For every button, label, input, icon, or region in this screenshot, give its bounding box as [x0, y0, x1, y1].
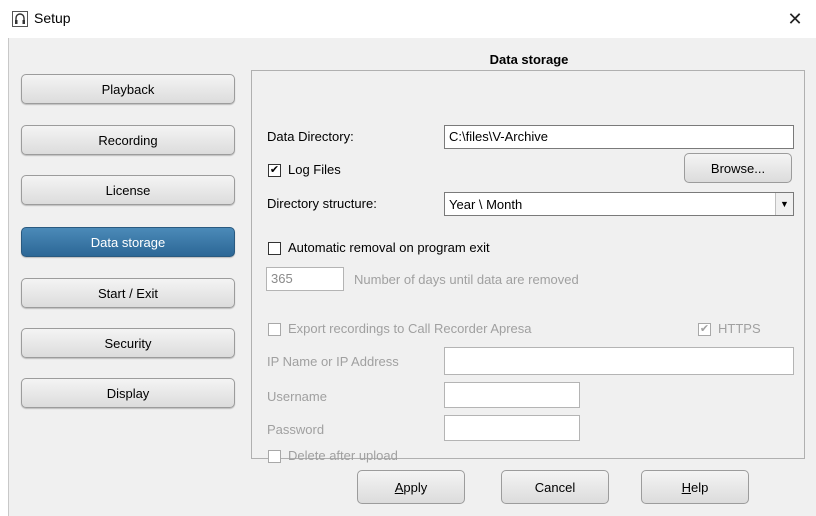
nav-label: Playback	[101, 81, 155, 97]
ip-input[interactable]	[444, 347, 794, 375]
auto-removal-label: Automatic removal on program exit	[288, 240, 490, 255]
nav-label: Start / Exit	[98, 285, 158, 301]
section-title: Data storage	[489, 52, 569, 67]
title-bar: Setup ✕	[0, 0, 816, 38]
username-input[interactable]	[444, 382, 580, 408]
password-input[interactable]	[444, 415, 580, 441]
cancel-label: Cancel	[534, 479, 576, 495]
data-directory-input[interactable]: C:\files\V-Archive	[444, 125, 794, 149]
help-mnemonic: H	[681, 479, 692, 495]
ip-label: IP Name or IP Address	[267, 354, 399, 369]
close-button[interactable]: ✕	[774, 0, 816, 38]
days-label: Number of days until data are removed	[354, 272, 579, 287]
nav-license-button[interactable]: License	[21, 175, 235, 205]
help-button[interactable]: Help	[641, 470, 749, 504]
chevron-down-icon[interactable]: ▼	[775, 193, 793, 215]
https-checkbox[interactable]: ✔	[698, 323, 711, 336]
username-label: Username	[267, 389, 327, 404]
apply-label: pply	[403, 479, 428, 495]
dialog-body: Data storage Playback Recording License …	[8, 38, 816, 516]
auto-removal-checkbox[interactable]	[268, 242, 281, 255]
days-input[interactable]: 365	[266, 267, 344, 291]
browse-button[interactable]: Browse...	[684, 153, 792, 183]
nav-label: Security	[104, 335, 152, 351]
help-label: elp	[691, 479, 709, 495]
delete-after-upload-label: Delete after upload	[288, 448, 398, 463]
log-files-label: Log Files	[288, 162, 341, 177]
nav-display-button[interactable]: Display	[21, 378, 235, 408]
nav-label: Display	[106, 385, 150, 401]
nav-label: Data storage	[90, 234, 166, 250]
window-title: Setup	[34, 10, 71, 26]
apply-button[interactable]: Apply	[357, 470, 465, 504]
apply-mnemonic: A	[394, 479, 404, 495]
nav-recording-button[interactable]: Recording	[21, 125, 235, 155]
export-label: Export recordings to Call Recorder Apres…	[288, 321, 532, 336]
https-label: HTTPS	[718, 321, 761, 336]
nav-start-exit-button[interactable]: Start / Exit	[21, 278, 235, 308]
browse-label: Browse...	[710, 160, 766, 176]
log-files-checkbox[interactable]: ✔	[268, 164, 281, 177]
nav-data-storage-button[interactable]: Data storage	[21, 227, 235, 257]
directory-structure-value: Year \ Month	[449, 197, 523, 212]
nav-security-button[interactable]: Security	[21, 328, 235, 358]
cancel-button[interactable]: Cancel	[501, 470, 609, 504]
nav-label: License	[105, 182, 151, 198]
nav-label: Recording	[98, 132, 158, 148]
export-checkbox[interactable]	[268, 323, 281, 336]
settings-panel: Data Directory: C:\files\V-Archive ✔ Log…	[251, 70, 805, 463]
delete-after-upload-checkbox[interactable]	[268, 450, 281, 463]
data-directory-label: Data Directory:	[267, 129, 354, 144]
headset-icon	[12, 11, 28, 27]
nav-playback-button[interactable]: Playback	[21, 74, 235, 104]
directory-structure-select[interactable]: Year \ Month ▼	[444, 192, 794, 216]
close-icon: ✕	[787, 8, 803, 29]
password-label: Password	[267, 422, 325, 437]
directory-structure-label: Directory structure:	[267, 196, 377, 211]
